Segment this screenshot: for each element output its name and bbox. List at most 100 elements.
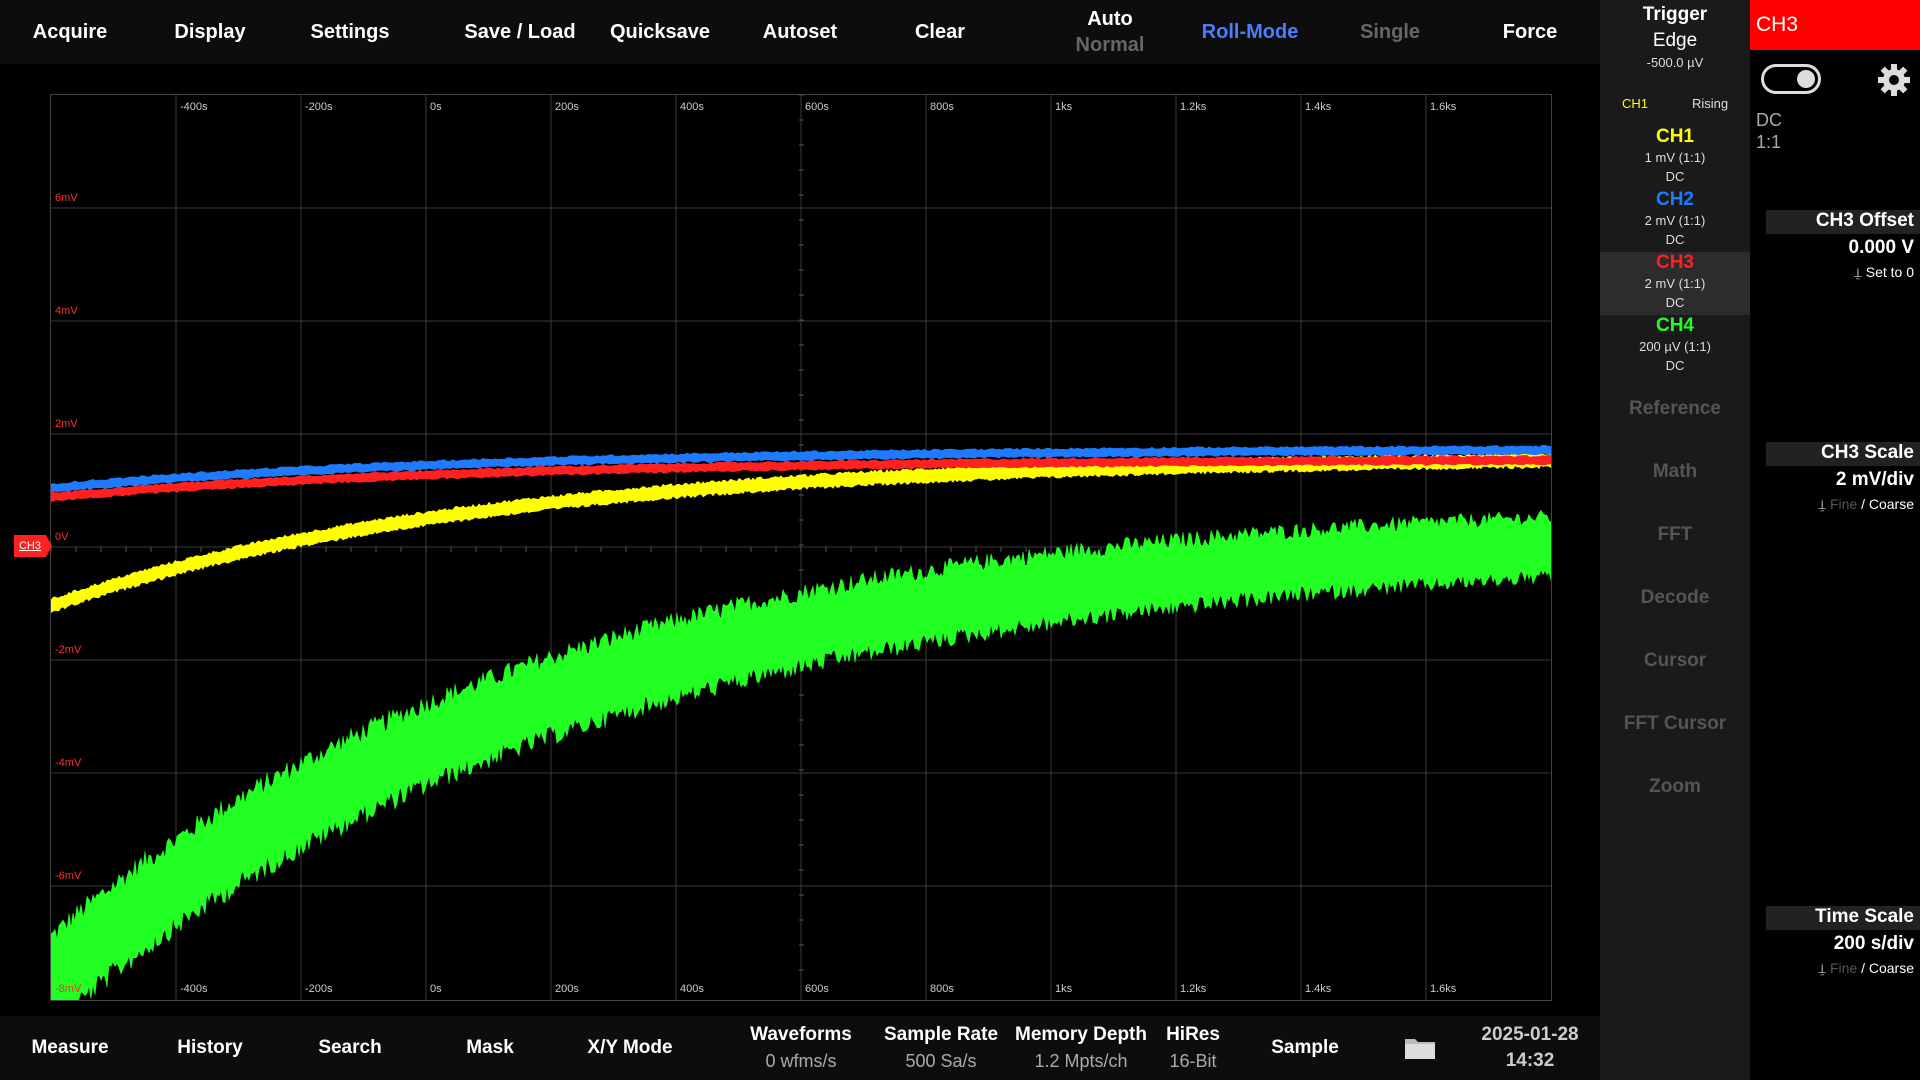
ch3-coupling[interactable]: DC <box>1756 110 1782 131</box>
ch3-scale-sep: / <box>1857 496 1869 512</box>
x-tick-label-bottom: 1.4ks <box>1305 983 1332 995</box>
hires-stat[interactable]: HiRes 16-Bit <box>1153 1016 1233 1080</box>
zoom-button[interactable]: Zoom <box>1600 776 1750 798</box>
measure-button[interactable]: Measure <box>0 1016 140 1080</box>
display-button[interactable]: Display <box>140 0 280 64</box>
reference-button[interactable]: Reference <box>1600 398 1750 420</box>
trigger-slope[interactable]: Rising <box>1692 96 1728 111</box>
x-tick-label-top: 600s <box>805 101 829 113</box>
x-tick-label-top: 800s <box>930 101 954 113</box>
datetime: 2025-01-28 14:32 <box>1460 1016 1600 1080</box>
hires-label: HiRes <box>1166 1024 1220 1045</box>
quicksave-button[interactable]: Quicksave <box>590 0 730 64</box>
knob-press-icon: ⍊ <box>1854 265 1862 280</box>
channel-3-button[interactable]: CH3 2 mV (1:1) DC <box>1600 252 1750 315</box>
channel-1-button[interactable]: CH1 1 mV (1:1) DC <box>1600 126 1750 189</box>
channel-4-scale: 200 µV (1:1) <box>1639 339 1711 354</box>
x-tick-label-top: 400s <box>680 101 704 113</box>
ch3-enable-toggle[interactable] <box>1761 64 1821 94</box>
y-tick-label: 4mV <box>55 305 78 317</box>
y-tick-label: -6mV <box>55 870 82 882</box>
ch3-offset-label: CH3 Offset <box>1766 210 1920 234</box>
math-button[interactable]: Math <box>1600 461 1750 483</box>
x-tick-label-bottom: 1.2ks <box>1180 983 1207 995</box>
y-tick-label: 2mV <box>55 418 78 430</box>
trigger-title[interactable]: Trigger <box>1600 4 1750 26</box>
memory-depth-stat[interactable]: Memory Depth 1.2 Mpts/ch <box>1011 1016 1151 1080</box>
channel-3-name: CH3 <box>1655 252 1694 273</box>
clear-button[interactable]: Clear <box>870 0 1010 64</box>
trigger-type[interactable]: Edge <box>1600 30 1750 52</box>
memory-depth-label: Memory Depth <box>1015 1024 1147 1045</box>
trigger-mode-button[interactable]: Auto Normal <box>1040 0 1180 64</box>
y-tick-label: 0V <box>55 531 69 543</box>
trigger-source[interactable]: CH1 <box>1622 96 1648 111</box>
ch3-scale-label: CH3 Scale <box>1766 442 1920 466</box>
knob-press-icon: ⍊ <box>1818 497 1827 512</box>
channel-4-name: CH4 <box>1655 315 1694 336</box>
ch3-scale-mode[interactable]: ⍊ Fine / Coarse <box>1766 496 1920 513</box>
single-button[interactable]: Single <box>1320 0 1460 64</box>
x-tick-label-top: -200s <box>305 101 333 113</box>
xy-mode-button[interactable]: X/Y Mode <box>560 1016 700 1080</box>
channel-4-button[interactable]: CH4 200 µV (1:1) DC <box>1600 315 1750 378</box>
folder-button[interactable] <box>1395 1016 1445 1080</box>
y-tick-label: -2mV <box>55 644 82 656</box>
ch3-scale-fine: Fine <box>1829 496 1858 512</box>
ch3-offset-value[interactable]: 0.000 V <box>1766 237 1920 259</box>
acquisition-sample-button[interactable]: Sample <box>1235 1016 1375 1080</box>
ch3-scale-coarse: Coarse <box>1868 496 1914 512</box>
mask-button[interactable]: Mask <box>420 1016 560 1080</box>
channel-3-coupling: DC <box>1665 295 1685 310</box>
x-tick-label-top: 1ks <box>1055 101 1073 113</box>
channel-panel: Trigger Edge -500.0 µV CH1 Rising CH1 1 … <box>1600 0 1750 1080</box>
date-text: 2025-01-28 <box>1481 1024 1579 1045</box>
roll-mode-button[interactable]: Roll-Mode <box>1180 0 1320 64</box>
knob-press-icon: ⍊ <box>1818 961 1827 976</box>
decode-button[interactable]: Decode <box>1600 587 1750 609</box>
acquire-button[interactable]: Acquire <box>0 0 140 64</box>
channel-2-name: CH2 <box>1655 189 1694 210</box>
ch3-settings-panel: CH3 DC 1:1 CH3 Offset 0.000 V ⍊ Set to 0… <box>1750 0 1920 1080</box>
time-scale-mode[interactable]: ⍊ Fine / Coarse <box>1766 960 1920 977</box>
x-tick-label-top: 1.6ks <box>1430 101 1457 113</box>
top-menu-bar: Acquire Display Settings Save / Load Qui… <box>0 0 1600 64</box>
time-scale-label: Time Scale <box>1766 906 1920 930</box>
ch3-offset-marker[interactable]: CH3 <box>14 535 46 557</box>
settings-button[interactable]: Settings <box>280 0 420 64</box>
ch3-probe-ratio[interactable]: 1:1 <box>1756 132 1781 153</box>
save-load-button[interactable]: Save / Load <box>450 0 590 64</box>
x-tick-label-top: 1.2ks <box>1180 101 1207 113</box>
history-button[interactable]: History <box>140 1016 280 1080</box>
x-tick-label-bottom: 400s <box>680 983 704 995</box>
force-button[interactable]: Force <box>1460 0 1600 64</box>
trigger-mode-auto: Auto <box>1087 8 1133 30</box>
cursor-button[interactable]: Cursor <box>1600 650 1750 672</box>
ch3-marker-arrow <box>46 535 52 557</box>
channel-3-scale: 2 mV (1:1) <box>1644 276 1706 291</box>
autoset-button[interactable]: Autoset <box>730 0 870 64</box>
waveform-canvas: -400s -400s -200s -200s 0s 0s 200s 200s 400s 400s… <box>51 95 1551 1000</box>
ch3-offset-reset-label: Set to 0 <box>1865 264 1914 280</box>
toggle-knob <box>1797 70 1815 88</box>
ch3-offset-reset[interactable]: ⍊ Set to 0 <box>1766 264 1920 281</box>
time-text: 14:32 <box>1505 1050 1555 1071</box>
trigger-mode-normal: Normal <box>1075 34 1145 56</box>
channel-1-scale: 1 mV (1:1) <box>1644 150 1706 165</box>
waveforms-stat: Waveforms 0 wfms/s <box>731 1016 871 1080</box>
channel-2-button[interactable]: CH2 2 mV (1:1) DC <box>1600 189 1750 252</box>
ch3-settings-gear[interactable] <box>1876 62 1912 98</box>
channel-1-coupling: DC <box>1665 169 1685 184</box>
ch3-scale-value[interactable]: 2 mV/div <box>1766 469 1920 491</box>
x-tick-label-bottom: 1ks <box>1055 983 1073 995</box>
x-tick-label-top: 200s <box>555 101 579 113</box>
x-tick-label-bottom: -400s <box>180 983 208 995</box>
x-tick-label-bottom: 1.6ks <box>1430 983 1457 995</box>
fft-button[interactable]: FFT <box>1600 524 1750 546</box>
fft-cursor-button[interactable]: FFT Cursor <box>1600 713 1750 735</box>
sample-rate-stat[interactable]: Sample Rate 500 Sa/s <box>871 1016 1011 1080</box>
ch3-panel-header: CH3 <box>1750 0 1920 50</box>
time-scale-value[interactable]: 200 s/div <box>1766 933 1920 955</box>
search-button[interactable]: Search <box>280 1016 420 1080</box>
waveform-display[interactable]: -400s -400s -200s -200s 0s 0s 200s 200s 400s 400s… <box>50 94 1552 1001</box>
